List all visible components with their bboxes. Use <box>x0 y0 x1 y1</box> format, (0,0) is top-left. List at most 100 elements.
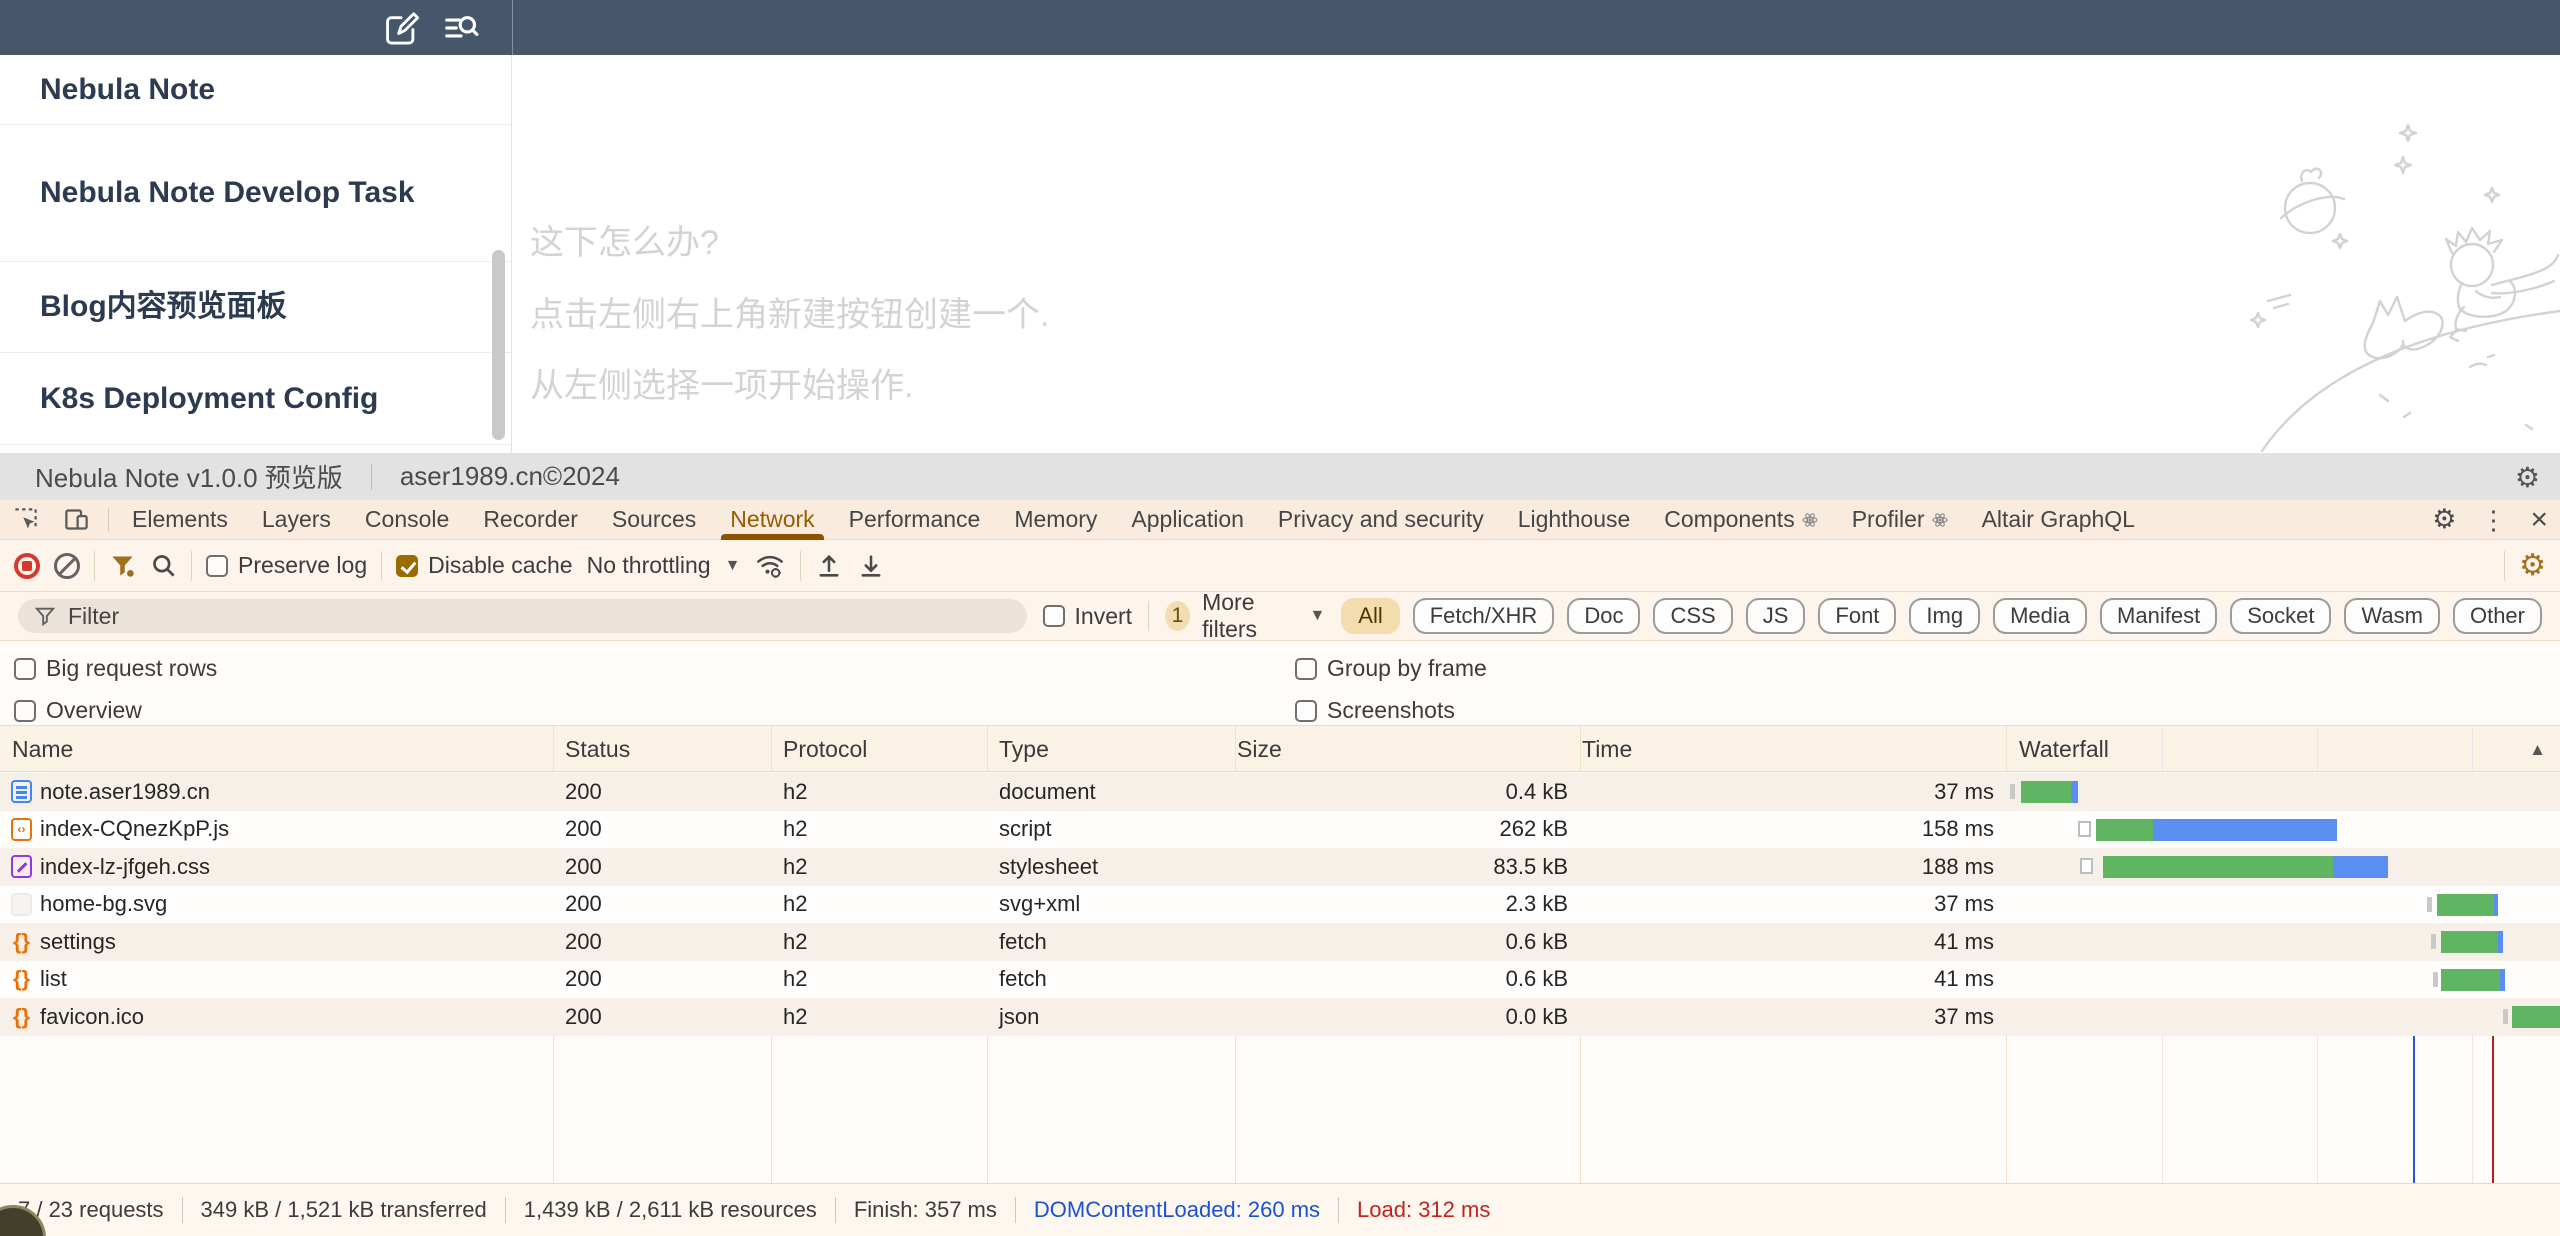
filter-chip-manifest[interactable]: Manifest <box>2100 598 2217 634</box>
tab-elements[interactable]: Elements <box>115 500 245 540</box>
inspect-element-icon[interactable] <box>0 500 51 540</box>
document-file-icon <box>10 780 33 803</box>
waterfall-wait-bar <box>2071 781 2078 803</box>
devtools-settings-gear-icon[interactable]: ⚙ <box>2420 500 2468 540</box>
more-filters-count-badge: 1 <box>1165 601 1190 631</box>
tab-altair-graphql[interactable]: Altair GraphQL <box>1965 500 2152 540</box>
invert-checkbox[interactable]: Invert <box>1043 603 1133 630</box>
tab-recorder[interactable]: Recorder <box>466 500 595 540</box>
filter-chip-other[interactable]: Other <box>2453 598 2542 634</box>
group-by-frame-checkbox[interactable]: Group by frame <box>1295 655 1487 682</box>
little-prince-illustration <box>2240 95 2560 453</box>
tab-console[interactable]: Console <box>348 500 466 540</box>
request-type: script <box>999 811 1225 849</box>
request-protocol: h2 <box>783 961 977 999</box>
tab-memory[interactable]: Memory <box>997 500 1114 540</box>
filter-chip-doc[interactable]: Doc <box>1567 598 1640 634</box>
request-type: svg+xml <box>999 886 1225 924</box>
column-header-time[interactable]: Time <box>1582 726 1632 772</box>
network-request-row[interactable]: {}list200h2fetch0.6 kB41 ms <box>0 961 2560 999</box>
waterfall-wait-bar <box>2500 969 2505 991</box>
filter-chip-img[interactable]: Img <box>1909 598 1980 634</box>
request-name: settings <box>40 923 553 961</box>
script-file-icon: ‹› <box>10 818 33 841</box>
tab-lighthouse[interactable]: Lighthouse <box>1501 500 1648 540</box>
network-request-row[interactable]: {}favicon.ico200h2json0.0 kB37 ms <box>0 998 2560 1036</box>
filter-toggle-icon[interactable] <box>109 552 136 579</box>
sidebar-note-item[interactable]: Nebula Note Develop Task <box>0 125 511 262</box>
screenshots-checkbox[interactable]: Screenshots <box>1295 697 1455 724</box>
column-header-type[interactable]: Type <box>999 726 1049 772</box>
column-header-waterfall[interactable]: Waterfall <box>2019 726 2109 772</box>
clear-network-log-icon[interactable] <box>54 553 80 579</box>
sidebar-note-item[interactable]: Nebula Note <box>0 55 511 125</box>
request-type: document <box>999 773 1225 811</box>
invert-label: Invert <box>1075 603 1133 630</box>
app-footer: Nebula Note v1.0.0 预览版 aser1989.cn©2024 … <box>0 453 2560 500</box>
filter-chip-css[interactable]: CSS <box>1653 598 1732 634</box>
statusbar-segment[interactable]: Load: 312 ms <box>1339 1197 1508 1223</box>
disable-cache-checkbox[interactable]: Disable cache <box>396 552 572 579</box>
request-protocol: h2 <box>783 923 977 961</box>
sidebar-note-item[interactable]: K8s Deployment Config <box>0 353 511 445</box>
throttling-select[interactable]: No throttling ▼ <box>587 552 741 579</box>
tab-performance[interactable]: Performance <box>832 500 998 540</box>
network-settings-gear-icon[interactable]: ⚙ <box>2519 548 2546 583</box>
filter-chip-media[interactable]: Media <box>1993 598 2087 634</box>
big-request-rows-checkbox[interactable]: Big request rows <box>14 655 217 682</box>
overview-checkbox[interactable]: Overview <box>14 697 142 724</box>
network-request-row[interactable]: ‹›index-CQnezKpP.js200h2script262 kB158 … <box>0 811 2560 849</box>
tab-privacy-and-security[interactable]: Privacy and security <box>1261 500 1501 540</box>
network-request-row[interactable]: {}settings200h2fetch0.6 kB41 ms <box>0 923 2560 961</box>
filter-chip-js[interactable]: JS <box>1746 598 1806 634</box>
network-request-row[interactable]: index-lz-jfgeh.css200h2stylesheet83.5 kB… <box>0 848 2560 886</box>
export-har-icon[interactable] <box>857 552 885 580</box>
tab-sources[interactable]: Sources <box>595 500 713 540</box>
tab-layers[interactable]: Layers <box>245 500 348 540</box>
column-header-protocol[interactable]: Protocol <box>783 726 867 772</box>
sidebar-note-item[interactable]: Blog内容预览面板 <box>0 262 511 353</box>
network-request-row[interactable]: note.aser1989.cn200h2document0.4 kB37 ms <box>0 773 2560 811</box>
filter-chip-socket[interactable]: Socket <box>2230 598 2331 634</box>
more-filters-button[interactable]: 1 More filters ▼ <box>1165 589 1325 643</box>
waterfall-queue-tick <box>2010 784 2015 799</box>
filter-placeholder: Filter <box>68 603 119 630</box>
device-toolbar-icon[interactable] <box>51 500 102 540</box>
preserve-log-checkbox[interactable]: Preserve log <box>206 552 367 579</box>
statusbar-segment[interactable]: DOMContentLoaded: 260 ms <box>1016 1197 1338 1223</box>
column-header-status[interactable]: Status <box>565 726 630 772</box>
sidebar-scrollbar[interactable] <box>492 250 505 440</box>
tab-components[interactable]: Components <box>1647 500 1834 540</box>
tab-network[interactable]: Network <box>713 500 831 540</box>
compose-note-icon[interactable] <box>382 9 420 47</box>
column-header-size[interactable]: Size <box>1237 726 1282 772</box>
tab-application[interactable]: Application <box>1114 500 1261 540</box>
search-network-icon[interactable] <box>150 552 177 579</box>
waterfall-download-bar <box>2103 856 2333 878</box>
braces-file-icon: {} <box>10 968 33 991</box>
request-name: list <box>40 961 553 999</box>
request-size: 2.3 kB <box>1247 886 1568 924</box>
tab-label: Lighthouse <box>1518 506 1631 533</box>
filter-chip-wasm[interactable]: Wasm <box>2344 598 2440 634</box>
request-protocol: h2 <box>783 773 977 811</box>
network-conditions-icon[interactable] <box>754 551 786 581</box>
list-search-icon[interactable] <box>442 9 480 47</box>
devtools-menu-kebab-icon[interactable]: ⋮ <box>2468 500 2518 540</box>
network-request-row[interactable]: home-bg.svg200h2svg+xml2.3 kB37 ms <box>0 886 2560 924</box>
tab-profiler[interactable]: Profiler <box>1835 500 1965 540</box>
filter-chip-font[interactable]: Font <box>1818 598 1896 634</box>
import-har-icon[interactable] <box>815 552 843 580</box>
waterfall-download-bar <box>2441 969 2500 991</box>
app-settings-gear-icon[interactable]: ⚙ <box>2515 461 2540 494</box>
filter-input[interactable]: Filter <box>18 599 1027 633</box>
waterfall-download-bar <box>2441 931 2498 953</box>
filter-chip-all[interactable]: All <box>1341 598 1399 634</box>
request-status: 200 <box>565 998 761 1036</box>
filter-chip-fetch-xhr[interactable]: Fetch/XHR <box>1413 598 1555 634</box>
column-header-name[interactable]: Name <box>12 726 73 772</box>
record-network-log-icon[interactable] <box>14 553 40 579</box>
waterfall-download-bar <box>2021 781 2071 803</box>
sort-ascending-icon[interactable]: ▲ <box>2529 740 2546 760</box>
devtools-close-icon[interactable]: × <box>2518 500 2560 540</box>
